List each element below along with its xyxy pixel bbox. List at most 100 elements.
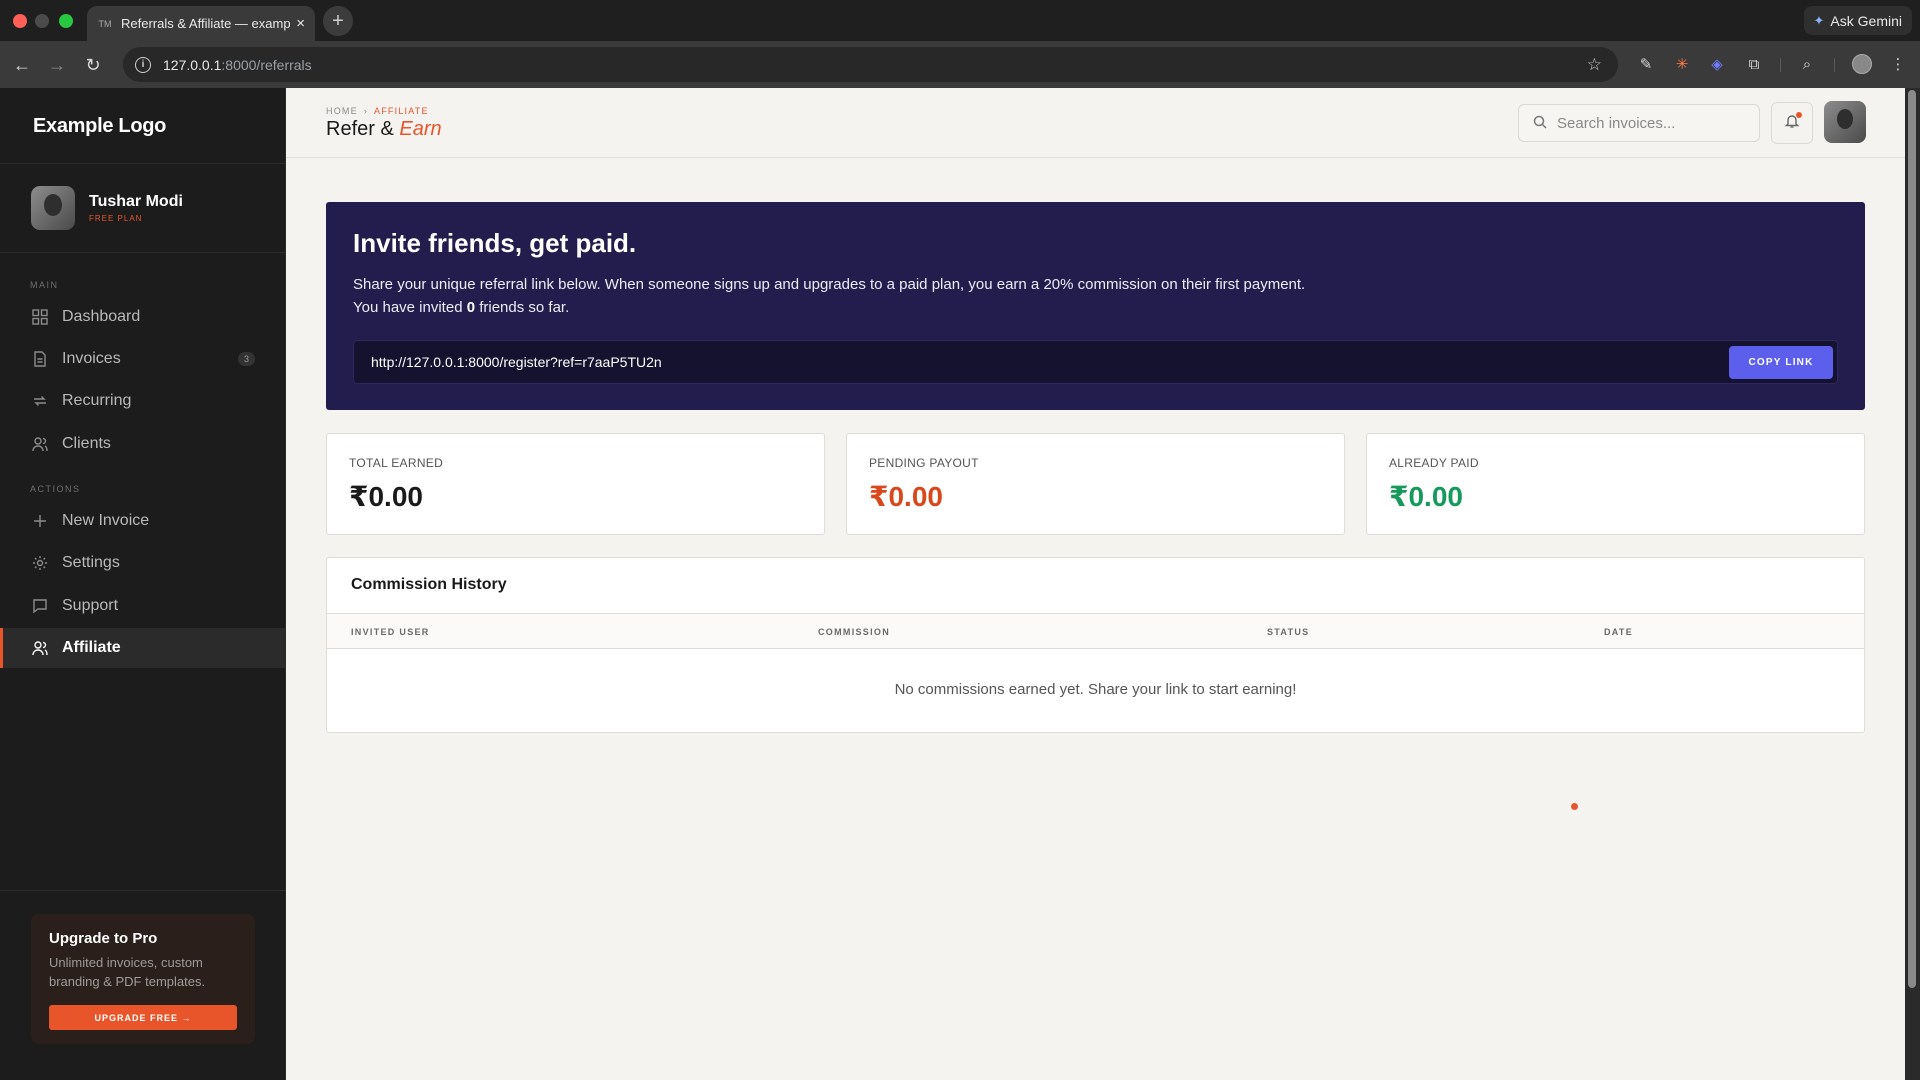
stat-label: ALREADY PAID bbox=[1389, 456, 1479, 470]
upgrade-button[interactable]: UPGRADE FREE → bbox=[49, 1005, 237, 1030]
toolbar-divider bbox=[1780, 58, 1781, 72]
indicator-dot bbox=[1571, 803, 1578, 810]
hero-description: Share your unique referral link below. W… bbox=[353, 273, 1838, 319]
breadcrumb-home[interactable]: HOME bbox=[326, 106, 358, 116]
sidebar-item-support[interactable]: Support bbox=[0, 586, 286, 626]
maximize-window-button[interactable] bbox=[59, 14, 73, 28]
avatar[interactable] bbox=[1824, 101, 1866, 143]
commission-history-table: Commission History INVITED USER COMMISSI… bbox=[326, 557, 1865, 733]
stat-value: ₹0.00 bbox=[1389, 481, 1463, 512]
document-icon bbox=[31, 350, 49, 368]
user-name: Tushar Modi bbox=[89, 193, 183, 210]
upgrade-card: Upgrade to Pro Unlimited invoices, custo… bbox=[31, 914, 255, 1044]
referral-link[interactable]: http://127.0.0.1:8000/register?ref=r7aaP… bbox=[371, 354, 662, 370]
tab-close-icon[interactable]: × bbox=[296, 15, 305, 32]
search-input[interactable]: Search invoices... bbox=[1518, 104, 1760, 142]
table-header: INVITED USER COMMISSION STATUS DATE bbox=[327, 613, 1864, 649]
sidebar: Example Logo Tushar Modi FREE PLAN MAIN … bbox=[0, 88, 286, 1080]
url-text[interactable]: 127.0.0.1:8000/referrals bbox=[163, 57, 312, 73]
top-header: HOME › AFFILIATE Refer & Earn Search invoi… bbox=[286, 88, 1905, 158]
copy-link-button[interactable]: COPY LINK bbox=[1729, 346, 1833, 379]
sidebar-item-label: Clients bbox=[62, 435, 111, 452]
stat-card-total-earned: TOTAL EARNED ₹0.00 bbox=[326, 433, 825, 535]
reload-icon[interactable]: ↻ bbox=[81, 53, 105, 77]
grid-icon bbox=[31, 308, 49, 326]
address-bar[interactable]: i 127.0.0.1:8000/referrals ☆ bbox=[123, 47, 1618, 82]
page-scrollbar[interactable] bbox=[1905, 88, 1920, 1080]
minimize-window-button[interactable] bbox=[35, 14, 49, 28]
sidebar-item-label: New Invoice bbox=[62, 512, 150, 529]
notification-button[interactable] bbox=[1771, 102, 1813, 144]
url-path: :8000/referrals bbox=[221, 56, 312, 73]
chevron-right-icon: › bbox=[363, 106, 369, 116]
stat-card-already-paid: ALREADY PAID ₹0.00 bbox=[1366, 433, 1865, 535]
stat-value: ₹0.00 bbox=[869, 481, 943, 512]
invited-prefix: You have invited bbox=[353, 299, 467, 316]
upgrade-description: Unlimited invoices, custom branding & PD… bbox=[49, 955, 206, 989]
sidebar-item-label: Support bbox=[62, 597, 119, 614]
sidebar-item-label: Recurring bbox=[62, 392, 132, 409]
hero-title: Invite friends, get paid. bbox=[353, 228, 637, 258]
upgrade-title: Upgrade to Pro bbox=[49, 930, 158, 947]
sidebar-item-affiliate[interactable]: Affiliate bbox=[0, 628, 286, 668]
column-header-status: STATUS bbox=[1267, 627, 1310, 637]
plus-icon bbox=[31, 512, 49, 530]
bookmark-star-icon[interactable]: ☆ bbox=[1587, 55, 1602, 75]
url-host: 127.0.0.1 bbox=[163, 56, 222, 73]
sidebar-item-invoices[interactable]: Invoices 3 bbox=[0, 339, 286, 379]
scrollbar-thumb[interactable] bbox=[1908, 90, 1916, 988]
new-tab-button[interactable]: + bbox=[323, 6, 353, 36]
breadcrumb-current: AFFILIATE bbox=[374, 106, 429, 116]
search-placeholder: Search invoices... bbox=[1557, 114, 1676, 132]
empty-state-message: No commissions earned yet. Share your li… bbox=[894, 681, 1297, 698]
gear-icon bbox=[31, 554, 49, 572]
stat-card-pending-payout: PENDING PAYOUT ₹0.00 bbox=[846, 433, 1345, 535]
profile-avatar-icon[interactable] bbox=[1852, 54, 1872, 74]
back-arrow-icon[interactable]: ← bbox=[10, 53, 34, 77]
browser-tab[interactable]: TM Referrals & Affiliate — exampl × bbox=[87, 6, 315, 41]
table-title: Commission History bbox=[351, 576, 507, 593]
invited-suffix: friends so far. bbox=[475, 299, 570, 316]
app-logo[interactable]: Example Logo bbox=[33, 115, 166, 138]
plan-label: FREE PLAN bbox=[89, 214, 143, 223]
section-label-actions: ACTIONS bbox=[30, 484, 81, 494]
column-header-invited-user: INVITED USER bbox=[351, 627, 430, 637]
stat-label: PENDING PAYOUT bbox=[869, 456, 979, 470]
referral-link-field[interactable]: http://127.0.0.1:8000/register?ref=r7aaP… bbox=[353, 340, 1838, 384]
sidebar-item-clients[interactable]: Clients bbox=[0, 424, 286, 464]
chat-icon bbox=[31, 597, 49, 615]
sidebar-item-new-invoice[interactable]: New Invoice bbox=[0, 501, 286, 541]
sidebar-item-recurring[interactable]: Recurring bbox=[0, 381, 286, 421]
invited-count: 0 bbox=[466, 299, 476, 316]
sidebar-item-settings[interactable]: Settings bbox=[0, 543, 286, 583]
media-search-icon[interactable]: ⌕ bbox=[1797, 54, 1817, 74]
site-info-icon[interactable]: i bbox=[135, 56, 151, 73]
puzzle-extension-icon[interactable]: ⧉ bbox=[1744, 54, 1764, 74]
user-info: Tushar Modi FREE PLAN bbox=[75, 193, 183, 223]
forward-arrow-icon[interactable]: → bbox=[45, 53, 69, 77]
section-label-main: MAIN bbox=[30, 280, 59, 290]
burst-extension-icon[interactable]: ✳ bbox=[1672, 54, 1692, 74]
close-window-button[interactable] bbox=[13, 14, 27, 28]
stat-value: ₹0.00 bbox=[349, 481, 423, 512]
hero-desc-text: Share your unique referral link below. W… bbox=[353, 276, 1306, 293]
profile-avatar bbox=[1852, 54, 1872, 74]
toolbar-divider bbox=[1834, 58, 1835, 72]
kebab-menu-icon[interactable]: ⋮ bbox=[1888, 54, 1908, 74]
browser-tabbar: TM Referrals & Affiliate — exampl × + ✦ … bbox=[0, 0, 1920, 41]
pen-extension-icon[interactable]: ✎ bbox=[1636, 54, 1656, 74]
ask-gemini-button[interactable]: ✦ Ask Gemini bbox=[1803, 6, 1912, 35]
page-title-emphasis: Earn bbox=[399, 118, 442, 140]
user-profile[interactable]: Tushar Modi FREE PLAN bbox=[31, 186, 183, 230]
tab-title: Referrals & Affiliate — exampl bbox=[121, 16, 291, 31]
gemini-spark-icon: ✦ bbox=[1813, 12, 1825, 28]
ask-gemini-label: Ask Gemini bbox=[1830, 12, 1902, 29]
invoice-count-badge: 3 bbox=[237, 352, 255, 366]
notification-dot bbox=[1796, 112, 1802, 118]
sidebar-item-label: Settings bbox=[62, 554, 120, 571]
sidebar-item-dashboard[interactable]: Dashboard bbox=[0, 297, 286, 337]
translate-extension-icon[interactable]: ◈ bbox=[1707, 54, 1727, 74]
sidebar-divider bbox=[0, 163, 286, 164]
page-title-plain: Refer & bbox=[326, 118, 400, 140]
breadcrumb: HOME › AFFILIATE bbox=[326, 106, 429, 116]
